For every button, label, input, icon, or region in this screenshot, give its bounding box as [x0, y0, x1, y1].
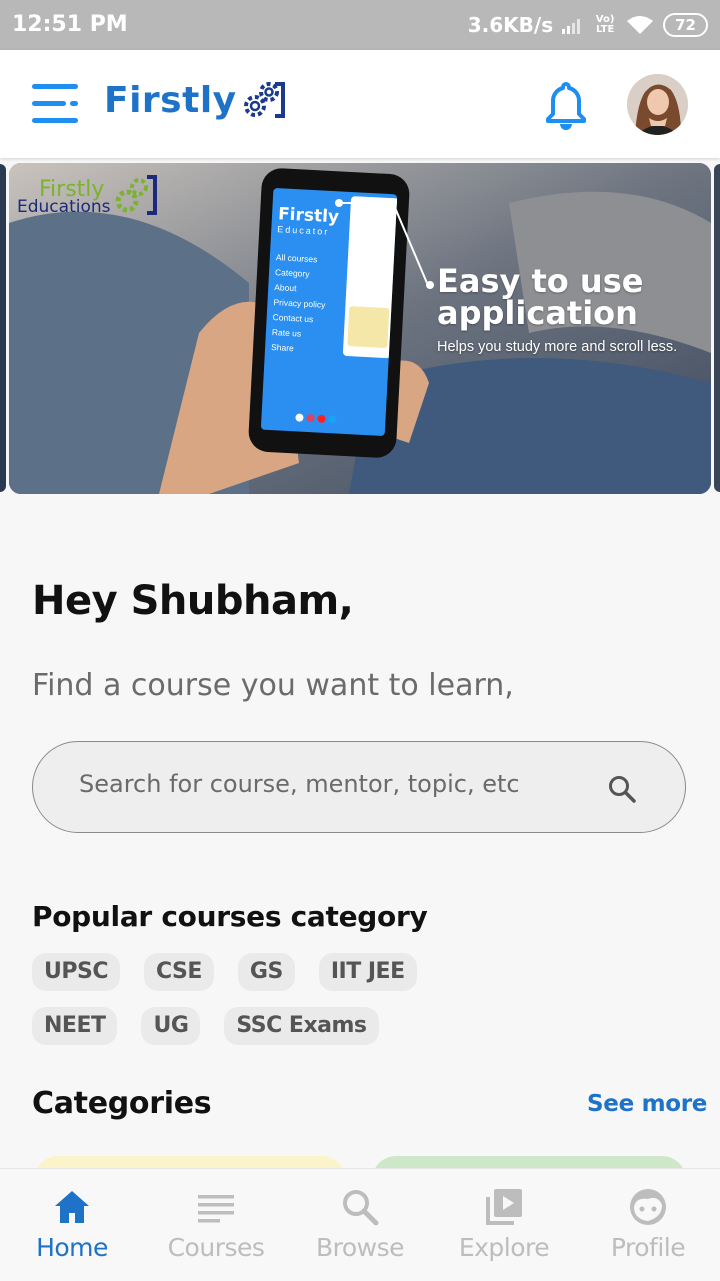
nav-courses[interactable]: Courses: [144, 1169, 288, 1281]
brand-logo: Firstly: [104, 78, 285, 122]
home-icon: [55, 1191, 89, 1223]
status-time: 12:51 PM: [12, 12, 128, 37]
phone-app-subtitle: Educator: [277, 224, 330, 237]
banner-logo: Firstly Educations: [17, 171, 157, 217]
nav-profile[interactable]: Profile: [576, 1169, 720, 1281]
play-library-icon: [486, 1189, 522, 1225]
greeting-heading: Hey Shubham,: [32, 578, 354, 624]
nav-explore[interactable]: Explore: [432, 1169, 576, 1281]
brand-name: Firstly: [104, 79, 237, 121]
search-input[interactable]: [79, 770, 579, 798]
chip-ug[interactable]: UG: [141, 1007, 201, 1045]
nav-home[interactable]: Home: [0, 1169, 144, 1281]
nav-label: Courses: [167, 1233, 265, 1262]
nav-label: Explore: [458, 1233, 550, 1262]
volte-badge: Vo) LTE: [595, 14, 615, 35]
gears-icon: [243, 82, 285, 118]
battery-indicator: 72: [663, 13, 708, 37]
status-icons: 3.6KB/s Vo) LTE 72: [468, 10, 708, 40]
phone-menu-item: Share: [270, 342, 295, 354]
chip-iit-jee[interactable]: IIT JEE: [318, 953, 417, 991]
signal-icon: [562, 19, 581, 34]
carousel-next-peek[interactable]: [714, 164, 720, 492]
network-speed: 3.6KB/s: [467, 13, 554, 37]
courses-icon: [198, 1195, 234, 1223]
chip-neet[interactable]: NEET: [32, 1007, 118, 1045]
banner-subtext: Helps you study more and scroll less.: [437, 339, 678, 355]
wifi-icon: [627, 16, 654, 34]
nav-label: Profile: [610, 1233, 686, 1262]
banner-headline-line2: application: [437, 294, 638, 332]
popular-courses-title: Popular courses category: [32, 900, 428, 933]
hamburger-menu-icon[interactable]: [30, 82, 82, 126]
gears-icon: [115, 175, 157, 215]
promo-banner[interactable]: Firstly Educations Firstly Educator All …: [9, 163, 711, 494]
bottom-navigation: Home Courses Browse Explore Profile: [0, 1168, 720, 1281]
chip-cse[interactable]: CSE: [143, 953, 214, 991]
profile-avatar[interactable]: [627, 74, 688, 135]
banner-logo-line2: Educations: [17, 197, 111, 217]
banner-headline: Easy to use application: [437, 265, 643, 329]
search-icon: [343, 1190, 379, 1226]
app-bar: Firstly: [0, 50, 720, 158]
chip-ssc-exams[interactable]: SSC Exams: [224, 1007, 379, 1045]
nav-label: Home: [36, 1233, 108, 1262]
callout-line: [335, 199, 434, 289]
chip-gs[interactable]: GS: [237, 953, 295, 991]
chip-upsc[interactable]: UPSC: [32, 953, 120, 991]
phone-menu: All courses Category About Privacy polic…: [271, 250, 328, 358]
greeting-subtitle: Find a course you want to learn,: [32, 668, 514, 703]
phone-social-icons: [295, 413, 337, 424]
nav-browse[interactable]: Browse: [288, 1169, 432, 1281]
carousel-prev-peek[interactable]: [0, 164, 6, 492]
bell-icon[interactable]: [540, 80, 592, 132]
search-icon[interactable]: [607, 774, 637, 804]
popular-course-chips: UPSC CSE GS IIT JEE NEET UG SSC Exams: [32, 953, 452, 1045]
categories-title: Categories: [32, 1086, 212, 1121]
face-icon: [630, 1189, 666, 1225]
see-more-link[interactable]: See more: [587, 1091, 707, 1117]
status-bar: 12:51 PM 3.6KB/s Vo) LTE 72: [0, 0, 720, 50]
banner-headline-line1: Easy to use: [437, 262, 644, 300]
search-bar[interactable]: [32, 741, 686, 833]
nav-label: Browse: [315, 1233, 405, 1262]
